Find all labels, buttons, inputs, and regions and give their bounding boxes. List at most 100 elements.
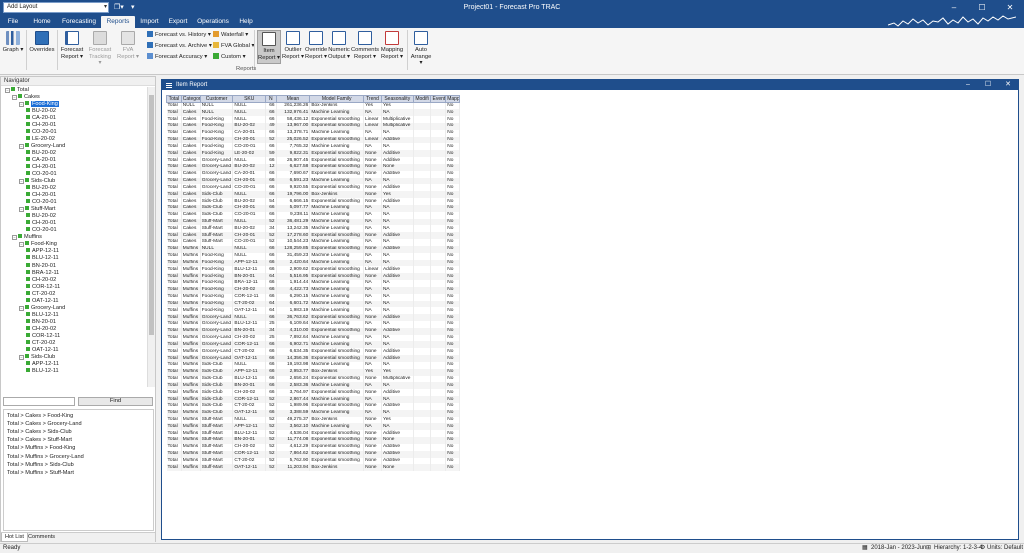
table-row[interactable]: Total Muffins Grocery-Land CH-20-02 25 7,892.… — [166, 334, 460, 342]
column-header[interactable]: Total — [166, 95, 182, 103]
mapping-report-button[interactable]: Mapping Report ▾ — [380, 30, 404, 64]
tree-node[interactable]: CO-20-01 — [26, 227, 57, 234]
table-row[interactable]: Total Cakes Grocery-Land CH-20-01 66 6,591.23… — [166, 177, 460, 185]
table-row[interactable]: Total Muffins Stuff-Mart COR-12-11 52 7,864.6… — [166, 450, 460, 458]
forecast-tracking-button[interactable]: Forecast Tracking ▾ — [87, 30, 113, 66]
tab-help[interactable]: Help — [234, 16, 258, 28]
hot-list-item[interactable]: Total > Muffins > Sids-Club — [7, 462, 74, 468]
tree-node[interactable]: BU-20-02 — [26, 185, 56, 192]
tree-node[interactable]: BU-20-02 — [26, 150, 56, 157]
tree-node[interactable]: CO-20-01 — [26, 129, 57, 136]
tree-node[interactable]: BU-20-02 — [26, 108, 56, 115]
tree-node[interactable]: COR-12-11 — [26, 283, 60, 291]
collapse-toggle-icon[interactable]: − — [19, 354, 24, 360]
table-row[interactable]: Total Cakes Food-King CA-20-01 66 13,378.71 Ma… — [166, 129, 460, 137]
table-row[interactable]: Total Muffins Sids-Club OAT-12-11 66 3,388.59… — [166, 409, 460, 417]
table-row[interactable]: Total Muffins Food-King CT-20-02 64 6,601.72 M… — [166, 300, 460, 308]
comments-report-button[interactable]: Comments Report ▾ — [351, 30, 379, 64]
tree-node[interactable]: OAT-12-11 — [26, 297, 59, 305]
table-row[interactable]: Total Muffins Food-King BLU-12-11 66 2,909.62… — [166, 266, 460, 274]
close-button[interactable]: ✕ — [996, 0, 1024, 15]
collapse-toggle-icon[interactable]: − — [19, 144, 24, 150]
table-row[interactable]: Total Muffins Sids-Club COR-12-11 52 2,867.44… — [166, 396, 460, 403]
table-row[interactable]: Total Muffins Sids-Club CH-20-02 66 3,764.97 E… — [166, 389, 460, 397]
tab-comments[interactable]: Comments — [25, 533, 58, 542]
tree-node[interactable]: CO-20-01 — [26, 171, 57, 178]
forecast-report-button[interactable]: Forecast Report ▾ — [59, 30, 85, 64]
tree-node[interactable]: BLU-12-11 — [26, 311, 59, 319]
collapse-toggle-icon[interactable]: − — [19, 242, 24, 248]
forecast-accuracy-button[interactable]: Forecast Accuracy ▾ — [147, 53, 207, 61]
table-row[interactable]: Total Muffins Grocery-Land NULL 66 36,763.62 E… — [166, 314, 460, 321]
table-row[interactable]: Total Muffins Sids-Club NULL 66 19,193.98 Mach… — [166, 361, 460, 369]
tree-node[interactable]: CT-20-02 — [26, 339, 55, 347]
column-header[interactable]: N — [265, 95, 277, 103]
tree-node[interactable]: CH-20-02 — [26, 325, 56, 333]
tree-node[interactable]: BU-20-02 — [26, 213, 56, 220]
tree-node[interactable]: − Muffins — [12, 234, 42, 241]
tree-node[interactable]: CH-20-02 — [26, 276, 56, 284]
waterfall-button[interactable]: Waterfall ▾ — [213, 31, 248, 39]
table-row[interactable]: Total Cakes Stuff-Mart CH-20-01 52 17,278.60 E… — [166, 232, 460, 240]
column-header[interactable]: SKU — [232, 95, 267, 103]
table-row[interactable]: Total Cakes Sids-Club BU-20-02 54 6,666.15 Exp… — [166, 198, 460, 205]
tab-hot-list[interactable]: Hot List — [1, 533, 28, 542]
tree-node[interactable]: BLU-12-11 — [26, 367, 59, 375]
forecast-vs-archive-button[interactable]: Forecast vs. Archive ▾ — [147, 42, 212, 50]
table-row[interactable]: Total Cakes Sids-Club CH-20-01 66 5,097.77 Mac… — [166, 204, 460, 212]
table-row[interactable]: Total Cakes Food-King CO-20-01 66 7,765.32 Mac… — [166, 143, 460, 151]
table-row[interactable]: Total Muffins Sids-Club CT-20-02 52 1,989.96 E… — [166, 402, 460, 410]
table-row[interactable]: Total Cakes Stuff-Mart NULL 52 36,481.29 Machi… — [166, 218, 460, 226]
maximize-button[interactable]: ☐ — [968, 0, 996, 15]
hot-list-item[interactable]: Total > Muffins > Stuff-Mart — [7, 470, 74, 476]
hot-list-item[interactable]: Total > Cakes > Grocery-Land — [7, 421, 82, 427]
tree-scrollbar[interactable] — [147, 87, 155, 387]
scrollbar-thumb[interactable] — [149, 95, 154, 335]
table-row[interactable]: Total Cakes Food-King LE-20-02 59 9,822.31 Exp… — [166, 150, 460, 158]
table-row[interactable]: Total Muffins Food-King NULL 66 31,459.23 Mach… — [166, 252, 460, 260]
outlier-report-button[interactable]: Outlier Report ▾ — [282, 30, 304, 64]
report-maximize-button[interactable]: ☐ — [978, 80, 998, 90]
table-row[interactable]: Total Muffins Grocery-Land OAT-12-11 66 14,35… — [166, 355, 460, 362]
column-header[interactable]: Trend — [363, 95, 382, 103]
column-header[interactable]: Customer — [199, 95, 234, 103]
tab-file[interactable]: File — [0, 16, 26, 28]
report-close-button[interactable]: ✕ — [998, 80, 1018, 90]
find-input[interactable] — [3, 397, 75, 406]
column-header[interactable]: Mapp — [445, 95, 460, 103]
table-row[interactable]: Total Cakes Stuff-Mart BU-20-02 34 13,242.35 M… — [166, 225, 460, 233]
tab-forecasting[interactable]: Forecasting — [58, 16, 100, 28]
column-header[interactable]: Categor — [180, 95, 201, 103]
tree-node[interactable]: OAT-12-11 — [26, 346, 59, 354]
tree-node[interactable]: − Food-King — [19, 241, 57, 248]
table-row[interactable]: Total Muffins Food-King OAT-12-11 64 1,983.19… — [166, 307, 460, 315]
hot-list-item[interactable]: Total > Cakes > Sids-Club — [7, 429, 72, 435]
tree-node[interactable]: LE-20-02 — [26, 136, 55, 143]
collapse-toggle-icon[interactable]: − — [19, 102, 24, 108]
table-row[interactable]: Total Cakes Grocery-Land CO-20-01 66 9,920.55… — [166, 184, 460, 192]
table-row[interactable]: Total Muffins Food-King BRA-12-11 66 1,914.44… — [166, 280, 460, 287]
tree-node[interactable]: BN-20-01 — [26, 262, 56, 270]
hot-list-item[interactable]: Total > Muffins > Grocery-Land — [7, 454, 84, 460]
minimize-button[interactable]: – — [940, 0, 968, 15]
tree-node[interactable]: COR-12-11 — [26, 332, 60, 340]
table-row[interactable]: Total Muffins Stuff-Mart CT-20-02 52 5,762.90… — [166, 457, 460, 465]
collapse-toggle-icon[interactable]: − — [5, 88, 10, 93]
table-row[interactable]: Total Muffins Sids-Club BN-20-01 66 2,583.36 M… — [166, 382, 460, 390]
tree-node[interactable]: CH-20-01 — [26, 164, 56, 171]
hot-list-item[interactable]: Total > Muffins > Food-King — [7, 445, 75, 451]
table-row[interactable]: Total Muffins Food-King BN-20-01 64 5,516.95 E… — [166, 273, 460, 281]
table-row[interactable]: Total Cakes Grocery-Land BU-20-02 12 6,627.58… — [166, 163, 460, 171]
item-report-button[interactable]: Item Report ▾ — [257, 30, 281, 64]
column-header[interactable]: Model Family — [309, 95, 365, 103]
collapse-toggle-icon[interactable]: − — [19, 179, 24, 185]
graph-button[interactable]: Graph ▾ — [2, 30, 24, 64]
tree-node[interactable]: CO-20-01 — [26, 199, 57, 206]
auto-arrange-button[interactable]: Auto Arrange ▾ — [409, 30, 433, 66]
hot-list-item[interactable]: Total > Cakes > Stuff-Mart — [7, 437, 72, 443]
tab-export[interactable]: Export — [164, 16, 192, 28]
tree-node[interactable]: CH-20-01 — [26, 192, 56, 199]
override-report-button[interactable]: Override Report ▾ — [305, 30, 327, 64]
table-row[interactable]: Total Muffins Food-King CH-20-02 66 4,422.73 M… — [166, 286, 460, 294]
tree-node[interactable]: − Stuff-Mart — [19, 206, 55, 213]
